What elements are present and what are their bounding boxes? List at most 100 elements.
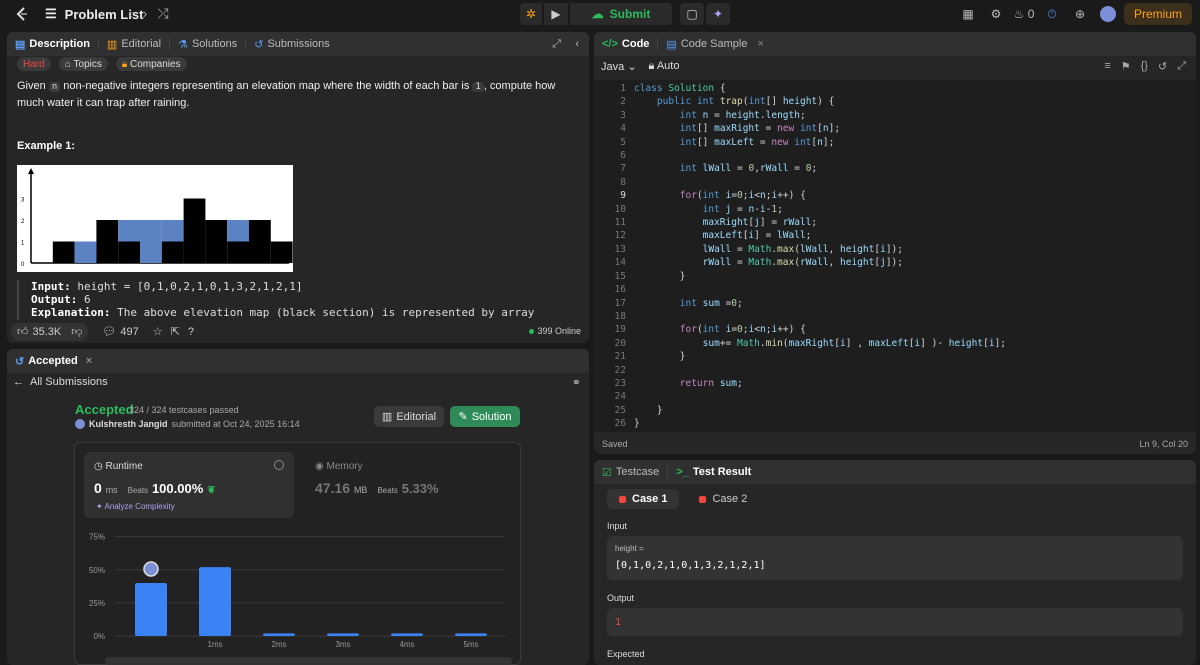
- timer-icon[interactable]: ⏱: [1040, 3, 1064, 25]
- tab-editorial[interactable]: ▥ Editorial: [107, 38, 161, 51]
- run-icon[interactable]: ▶: [544, 3, 568, 25]
- fail-status-icon: [619, 495, 626, 503]
- braces-icon[interactable]: {}: [1141, 60, 1148, 73]
- premium-button[interactable]: Premium: [1123, 3, 1192, 25]
- input-label: Input: [607, 521, 628, 531]
- tab-description[interactable]: ▤ Description: [15, 38, 90, 51]
- submit-button[interactable]: ☁ Submit: [570, 3, 672, 25]
- close-icon[interactable]: ×: [757, 38, 763, 50]
- comment-icon: 💬︎: [102, 326, 117, 338]
- info-icon[interactable]: [274, 460, 284, 470]
- input-box: height = [0,1,0,2,1,0,1,3,2,1,2,1]: [607, 536, 1183, 580]
- line-numbers: 1 2 3 4 5 6 7 8 9 10 11 12 13 14 15 16 17 18 19 20 21 22 23 24 2…: [614, 83, 626, 430]
- code-content[interactable]: class Solution { public int trap(int[] h…: [634, 82, 1006, 431]
- testcase-panel: ☑ Testcase >_ Test Result Case 1 Case 2 In…: [594, 460, 1196, 665]
- add-friend-icon[interactable]: ⊕: [1068, 3, 1092, 25]
- histogram-bar: [391, 633, 423, 636]
- debug-icon[interactable]: ✲: [520, 3, 542, 25]
- case-2-tab[interactable]: Case 2: [687, 489, 759, 509]
- water-block: [227, 220, 249, 242]
- streak-button[interactable]: ♨ 0: [1012, 3, 1036, 25]
- comments-button[interactable]: 💬︎ 497: [96, 323, 144, 341]
- leetcode-logo-icon[interactable]: [14, 6, 30, 22]
- solution-button[interactable]: ✎ Solution: [450, 406, 520, 427]
- next-problem-icon[interactable]: ›: [143, 5, 148, 22]
- editor-tabs: </> Code ▤ Code Sample ×: [594, 32, 1196, 56]
- tab-accepted[interactable]: ↺ Accepted ×: [15, 355, 92, 368]
- clock-icon: ◷: [94, 461, 103, 472]
- tab-solutions[interactable]: ⚗ Solutions: [178, 38, 237, 51]
- fullscreen-icon[interactable]: ⤢: [1177, 60, 1186, 73]
- memory-card[interactable]: ◉ Memory 47.16 MB Beats 5.33%: [305, 452, 505, 518]
- document-icon: ▤: [15, 38, 26, 51]
- terminal-icon: >_: [676, 466, 689, 478]
- layout-icon[interactable]: ▦: [956, 3, 980, 25]
- submitter-info: Kulshresth Jangid submitted at Oct 24, 20…: [75, 419, 300, 429]
- notes-icon[interactable]: ▢: [680, 3, 704, 25]
- book-icon: ▥: [106, 38, 118, 51]
- share-icon[interactable]: ⇱: [171, 325, 180, 338]
- editorial-button[interactable]: ▥ Editorial: [374, 406, 444, 427]
- shuffle-icon[interactable]: ⤮: [157, 5, 168, 22]
- elevation-bar: [118, 241, 140, 263]
- y-tick-label: 25%: [89, 599, 105, 608]
- tab-test-result[interactable]: >_ Test Result: [676, 466, 751, 478]
- format-icon[interactable]: ≡: [1104, 60, 1110, 73]
- like-button[interactable]: 👍︎ 35.3K 👎︎: [11, 322, 89, 341]
- tab-testcase[interactable]: ☑ Testcase: [602, 466, 659, 479]
- sparkle-icon: ✦: [96, 502, 103, 511]
- reset-icon[interactable]: ↺: [1158, 60, 1167, 73]
- your-submission-marker: [143, 561, 159, 577]
- y-tick-label: 50%: [89, 566, 105, 575]
- code-icon: </>: [602, 38, 618, 50]
- y-tick-label: 0%: [93, 632, 105, 641]
- topics-tag[interactable]: ⌂ Topics: [58, 57, 108, 71]
- companies-tag[interactable]: 🔒︎ Companies: [115, 57, 187, 71]
- bookmark-icon[interactable]: ⚑: [1121, 60, 1131, 73]
- tab-submissions[interactable]: ↺ Submissions: [254, 38, 330, 51]
- elevation-bar: [227, 241, 249, 263]
- code-editor-panel: </> Code ▤ Code Sample × Java ⌄ 🔒︎ Auto ≡ ⚑…: [594, 32, 1196, 454]
- x-tick-label: 3ms: [335, 640, 350, 649]
- fail-status-icon: [699, 495, 707, 503]
- prev-problem-icon[interactable]: ‹: [128, 5, 133, 22]
- runtime-card[interactable]: ◷ Runtime 0 ms Beats 100.00% ❦ ✦ Analyze…: [84, 452, 294, 518]
- thumbs-down-icon[interactable]: 👎︎: [71, 325, 82, 338]
- case-1-tab[interactable]: Case 1: [607, 489, 680, 509]
- tab-code-sample[interactable]: ▤ Code Sample ×: [666, 38, 764, 51]
- language-select[interactable]: Java ⌄: [601, 60, 637, 73]
- output-box: 1: [607, 608, 1183, 636]
- y-tick-label: 75%: [89, 533, 105, 542]
- accepted-tab-bar: ↺ Accepted ×: [7, 349, 589, 373]
- description-tabs: ▤ Description ▥ Editorial ⚗ Solutions ↺ Subm…: [7, 32, 589, 56]
- list-icon: ☰: [45, 6, 57, 21]
- elevation-bar: [52, 241, 75, 263]
- online-count: 399 Online: [529, 326, 581, 336]
- history-icon: ↺: [15, 355, 25, 368]
- runtime-distribution-chart: 75% 50% 25% 0% 1ms 2ms 3ms 4ms 5ms: [89, 533, 512, 665]
- difficulty-badge: Hard: [17, 57, 51, 71]
- collapse-icon[interactable]: ‹: [575, 38, 579, 50]
- analyze-complexity-link[interactable]: ✦ Analyze Complexity: [96, 502, 175, 511]
- code-editor[interactable]: 1 2 3 4 5 6 7 8 9 10 11 12 13 14 15 16 17 18 19 20 21 22 23 24 2…: [594, 80, 1196, 432]
- all-submissions-link[interactable]: ← All Submissions: [13, 376, 108, 388]
- testcase-tabs: ☑ Testcase >_ Test Result: [594, 460, 1196, 484]
- help-icon[interactable]: ?: [188, 326, 194, 338]
- submission-result-panel: ↺ Accepted × ← All Submissions ⚭ Accepted 3…: [7, 349, 589, 665]
- ai-sparkle-icon[interactable]: ✦: [706, 3, 730, 25]
- link-icon[interactable]: ⚭: [572, 376, 581, 389]
- mode-toggle[interactable]: 🔒︎ Auto: [649, 60, 680, 73]
- close-icon[interactable]: ×: [86, 355, 92, 367]
- settings-gear-icon[interactable]: ⚙: [984, 3, 1008, 25]
- elevation-bar: [249, 220, 271, 263]
- histogram-bar: [135, 583, 167, 636]
- accepted-status: Accepted: [75, 402, 134, 417]
- chevron-down-icon: ⌄: [627, 61, 637, 73]
- water-block: [161, 220, 184, 242]
- fire-icon: ♨: [1013, 7, 1025, 21]
- tab-code[interactable]: </> Code: [602, 38, 649, 50]
- user-menu[interactable]: [1096, 3, 1120, 25]
- avatar: [1099, 6, 1116, 22]
- star-icon[interactable]: ☆: [153, 325, 163, 338]
- maximize-icon[interactable]: ⤢: [552, 38, 561, 51]
